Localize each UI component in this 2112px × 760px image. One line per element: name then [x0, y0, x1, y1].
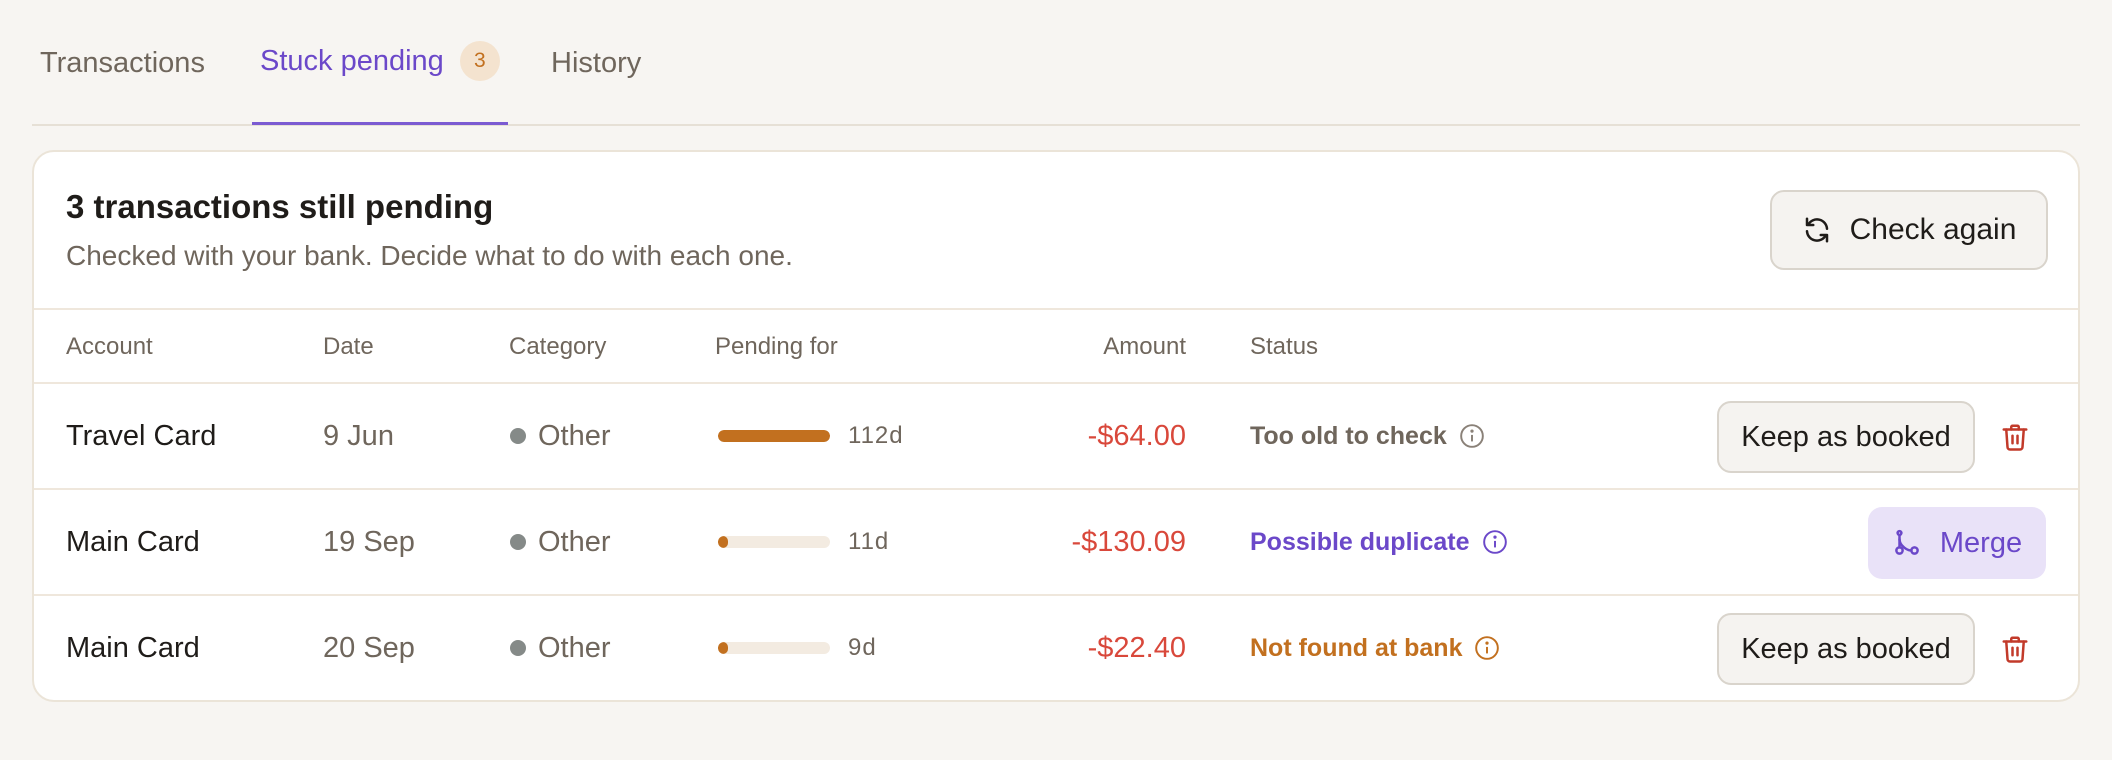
- transaction-date: 19 Sep: [323, 525, 415, 558]
- pending-progress-bar: [718, 536, 830, 548]
- column-header-pending-for: Pending for: [715, 333, 838, 360]
- column-header-account: Account: [66, 333, 153, 360]
- account-name: Main Card: [66, 525, 200, 558]
- keep-as-booked-button[interactable]: Keep as booked: [1717, 613, 1975, 685]
- transaction-date: 9 Jun: [323, 419, 394, 452]
- status: Too old to check: [1250, 384, 1485, 488]
- tab-history[interactable]: History: [551, 0, 641, 126]
- info-icon[interactable]: [1474, 635, 1500, 661]
- category-label: Other: [538, 631, 611, 664]
- pending-progress-fill: [718, 642, 728, 654]
- count-badge: 3: [459, 41, 500, 81]
- status: Not found at bank: [1250, 596, 1500, 700]
- pending-days: 11d: [848, 528, 890, 555]
- tab-transactions[interactable]: Transactions: [40, 0, 205, 126]
- tab-label: Stuck pending: [260, 44, 444, 77]
- category: Other: [510, 490, 611, 594]
- category: Other: [510, 596, 611, 700]
- status-label: Possible duplicate: [1250, 527, 1470, 556]
- status-label: Not found at bank: [1250, 633, 1463, 662]
- merge-button[interactable]: Merge: [1868, 507, 2046, 579]
- amount: -$64.00: [1087, 419, 1186, 452]
- pending-progress-fill: [718, 430, 830, 442]
- status: Possible duplicate: [1250, 490, 1508, 594]
- pending-days: 112d: [848, 422, 904, 449]
- merge-icon: [1895, 529, 1919, 555]
- amount: -$130.09: [1071, 525, 1187, 558]
- status-label: Too old to check: [1250, 421, 1447, 450]
- info-icon[interactable]: [1459, 423, 1485, 449]
- tab-stuck-pending[interactable]: Stuck pending 3: [252, 0, 508, 125]
- check-again-button[interactable]: Check again: [1770, 190, 2048, 270]
- check-again-label: Check again: [1849, 213, 2017, 246]
- amount: -$22.40: [1087, 631, 1186, 664]
- category-dot-icon: [510, 640, 526, 656]
- category: Other: [510, 384, 611, 488]
- delete-icon[interactable]: [1998, 632, 2032, 666]
- info-icon[interactable]: [1482, 529, 1508, 555]
- tab-label: Transactions: [40, 46, 205, 79]
- pending-card: 3 transactions still pending Checked wit…: [32, 150, 2080, 702]
- table-row: Main Card 20 Sep Other 9d -$22.40 Not fo…: [34, 596, 2078, 700]
- account-name: Travel Card: [66, 419, 217, 452]
- table-row: Travel Card 9 Jun Other 112d -$64.00 Too…: [34, 384, 2078, 490]
- delete-icon[interactable]: [1998, 420, 2032, 454]
- column-header-amount: Amount: [1103, 333, 1186, 360]
- table-row: Main Card 19 Sep Other 11d -$130.09 Poss…: [34, 490, 2078, 596]
- category-dot-icon: [510, 534, 526, 550]
- column-header-date: Date: [323, 333, 374, 360]
- pending-progress-fill: [718, 536, 728, 548]
- pending-duration: 9d: [718, 596, 877, 700]
- pending-duration: 112d: [718, 384, 904, 488]
- column-header-status: Status: [1250, 333, 1319, 360]
- table-header: Account Date Category Pending for Amount…: [34, 310, 2078, 384]
- tab-bar: Transactions Stuck pending 3 History: [32, 0, 2080, 126]
- pending-days: 9d: [848, 634, 877, 661]
- pending-progress-bar: [718, 430, 830, 442]
- card-title: 3 transactions still pending: [66, 188, 494, 225]
- refresh-icon: [1805, 217, 1828, 243]
- keep-as-booked-button[interactable]: Keep as booked: [1717, 401, 1975, 473]
- card-subtitle: Checked with your bank. Decide what to d…: [66, 240, 793, 271]
- tab-label: History: [551, 46, 642, 79]
- account-name: Main Card: [66, 631, 200, 664]
- category-label: Other: [538, 525, 611, 558]
- column-header-category: Category: [509, 333, 607, 360]
- pending-duration: 11d: [718, 490, 889, 594]
- category-label: Other: [538, 419, 611, 452]
- pending-progress-bar: [718, 642, 830, 654]
- transaction-date: 20 Sep: [323, 631, 415, 664]
- merge-label: Merge: [1939, 526, 2023, 559]
- category-dot-icon: [510, 428, 526, 444]
- card-header: 3 transactions still pending Checked wit…: [34, 152, 2078, 310]
